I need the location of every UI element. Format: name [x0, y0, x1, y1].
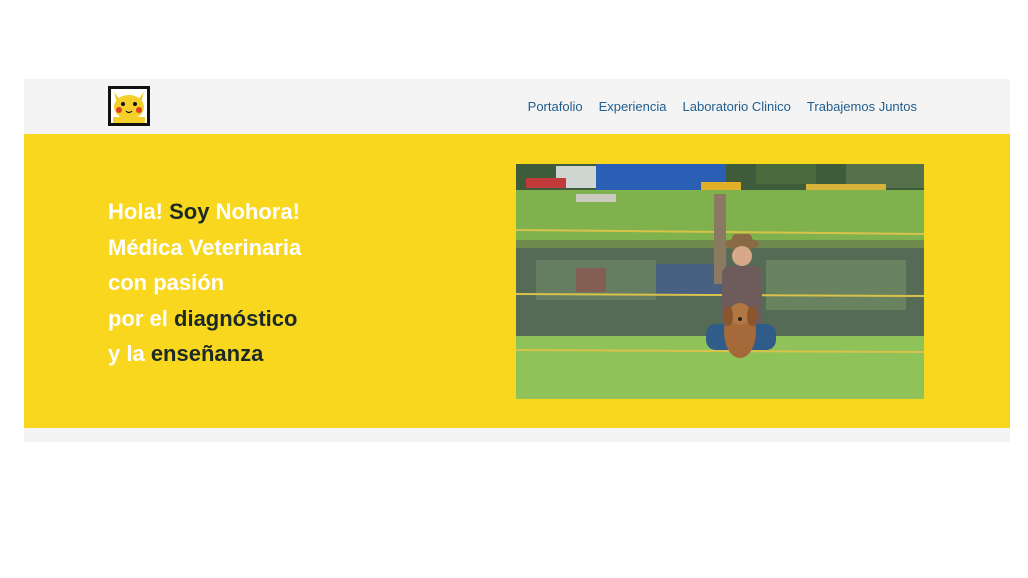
headline-highlight: enseñanza [150, 341, 264, 366]
page: Portafolio Experiencia Laboratorio Clini… [24, 79, 1010, 442]
park-photo-illustration [516, 164, 924, 399]
headline-highlight: Soy [169, 199, 210, 224]
site-logo[interactable] [108, 86, 150, 126]
headline-text: Hola! [108, 199, 170, 224]
headline-text: Nohora! [209, 199, 300, 224]
headline-text: por el [108, 305, 175, 331]
main-nav: Portafolio Experiencia Laboratorio Clini… [528, 79, 917, 134]
hero-section: Hola! Soy Nohora! Médica Veterinaria con… [24, 134, 1010, 428]
pikachu-logo-icon [108, 86, 150, 126]
headline-line-1: Hola! Soy Nohora! [108, 194, 301, 230]
nav-link-portafolio[interactable]: Portafolio [528, 99, 583, 114]
footer-strip [24, 428, 1010, 442]
headline-text: y la [108, 341, 151, 366]
headline-line-2: Médica Veterinaria [108, 234, 302, 260]
nav-link-trabajemos-juntos[interactable]: Trabajemos Juntos [807, 99, 917, 114]
headline-line-3: con pasión [108, 270, 225, 295]
headline-highlight: diagnóstico [174, 305, 298, 331]
nav-link-laboratorio-clinico[interactable]: Laboratorio Clinico [683, 99, 791, 114]
hero-photo [516, 164, 924, 399]
navbar: Portafolio Experiencia Laboratorio Clini… [24, 79, 1010, 134]
headline-line-4: por el diagnóstico [108, 301, 301, 337]
nav-link-experiencia[interactable]: Experiencia [599, 99, 667, 114]
hero-headline: Hola! Soy Nohora! Médica Veterinaria con… [108, 194, 301, 372]
headline-line-5: y la enseñanza [108, 336, 301, 372]
